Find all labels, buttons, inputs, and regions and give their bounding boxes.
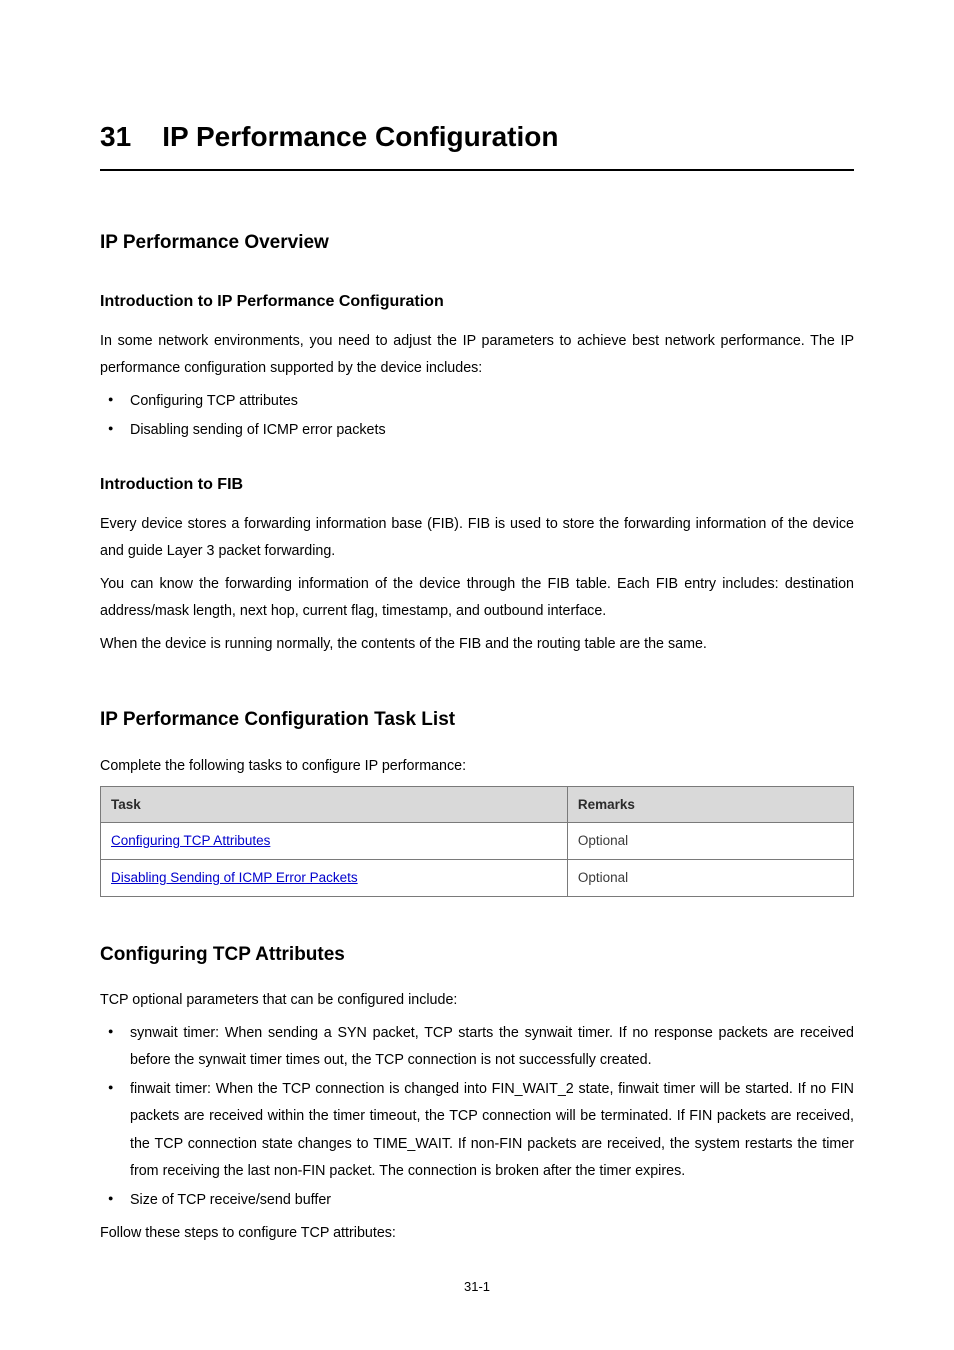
task-link-icmp[interactable]: Disabling Sending of ICMP Error Packets [111,870,358,885]
table-row: Configuring TCP Attributes Optional [101,823,854,860]
intro-subheading: Introduction to IP Performance Configura… [100,287,854,317]
table-header-remarks: Remarks [567,786,853,823]
table-header-task: Task [101,786,568,823]
task-table: Task Remarks Configuring TCP Attributes … [100,786,854,897]
intro-bullet-list: Configuring TCP attributes Disabling sen… [100,388,854,444]
overview-heading: IP Performance Overview [100,225,854,261]
tcp-heading: Configuring TCP Attributes [100,937,854,973]
chapter-header: 31 IP Performance Configuration [100,110,854,171]
list-item: Configuring TCP attributes [100,388,854,415]
intro-paragraph: In some network environments, you need t… [100,328,854,382]
tcp-lead: TCP optional parameters that can be conf… [100,987,854,1014]
chapter-rule [100,169,854,171]
tasklist-heading: IP Performance Configuration Task List [100,702,854,738]
tcp-bullet-list: synwait timer: When sending a SYN packet… [100,1020,854,1214]
task-remarks: Optional [567,860,853,897]
list-item: finwait timer: When the TCP connection i… [100,1076,854,1185]
list-item: Size of TCP receive/send buffer [100,1187,854,1214]
chapter-title: IP Performance Configuration [162,121,558,152]
table-row: Disabling Sending of ICMP Error Packets … [101,860,854,897]
tasklist-lead: Complete the following tasks to configur… [100,753,854,780]
task-link-tcp[interactable]: Configuring TCP Attributes [111,833,270,848]
tcp-follow: Follow these steps to configure TCP attr… [100,1220,854,1247]
chapter-number: 31 [100,121,131,152]
fib-paragraph-3: When the device is running normally, the… [100,631,854,658]
fib-paragraph-1: Every device stores a forwarding informa… [100,511,854,565]
task-remarks: Optional [567,823,853,860]
list-item: synwait timer: When sending a SYN packet… [100,1020,854,1074]
fib-paragraph-2: You can know the forwarding information … [100,571,854,625]
list-item: Disabling sending of ICMP error packets [100,417,854,444]
page-number: 31-1 [0,1275,954,1300]
fib-subheading: Introduction to FIB [100,470,854,500]
